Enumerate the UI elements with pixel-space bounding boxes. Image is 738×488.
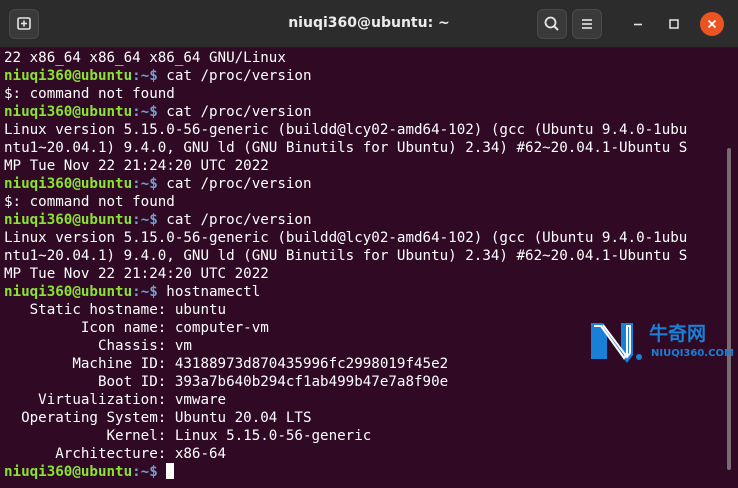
prompt-path: :~$ xyxy=(132,68,167,84)
terminal-output[interactable]: 22 x86_64 x86_64 x86_64 GNU/Linux niuqi36… xyxy=(0,48,726,488)
output-line: ntu1~20.04.1) 9.4.0, GNU ld (GNU Binutil… xyxy=(4,248,688,264)
menu-button[interactable] xyxy=(572,9,602,39)
watermark: 牛奇网 NIUQI360.COM xyxy=(587,319,735,365)
prompt-path: :~$ xyxy=(132,284,167,300)
command-text: cat /proc/version xyxy=(166,212,312,228)
output-line: Kernel: Linux 5.15.0-56-generic xyxy=(4,428,372,444)
prompt-line: niuqi360@ubuntu:~$ cat /proc/version xyxy=(4,67,726,85)
prompt-line: niuqi360@ubuntu:~$ xyxy=(4,463,726,481)
prompt-user-host: niuqi360@ubuntu xyxy=(4,212,133,228)
command-text: cat /proc/version xyxy=(166,176,312,192)
text-cursor xyxy=(166,463,175,479)
watermark-site-text: NIUQI360.COM xyxy=(651,348,734,359)
watermark-chinese-text: 牛奇网 xyxy=(649,323,707,345)
output-line: ntu1~20.04.1) 9.4.0, GNU ld (GNU Binutil… xyxy=(4,140,688,156)
minimize-button[interactable] xyxy=(626,12,650,36)
maximize-button[interactable] xyxy=(662,12,686,36)
output-line: Boot ID: 393a7b640b294cf1ab499b47e7a8f90… xyxy=(4,374,449,390)
output-line: Virtualization: vmware xyxy=(4,392,227,408)
hamburger-menu-icon xyxy=(582,19,592,29)
output-line: Static hostname: ubuntu xyxy=(4,302,227,318)
output-line: Linux version 5.15.0-56-generic (buildd@… xyxy=(4,122,688,138)
prompt-line: niuqi360@ubuntu:~$ hostnamectl xyxy=(4,283,726,301)
scrollbar[interactable] xyxy=(727,148,731,470)
output-line: Linux version 5.15.0-56-generic (buildd@… xyxy=(4,230,688,246)
search-button[interactable] xyxy=(537,9,567,39)
output-line: $: command not found xyxy=(4,194,175,210)
prompt-line: niuqi360@ubuntu:~$ cat /proc/version xyxy=(4,211,726,229)
prompt-path: :~$ xyxy=(132,176,167,192)
maximize-icon xyxy=(669,19,679,29)
output-line: MP Tue Nov 22 21:24:20 UTC 2022 xyxy=(4,158,269,174)
search-icon xyxy=(544,16,559,31)
output-line: 22 x86_64 x86_64 x86_64 GNU/Linux xyxy=(4,50,286,66)
prompt-path: :~$ xyxy=(132,104,167,120)
output-line: $: command not found xyxy=(4,86,175,102)
prompt-user-host: niuqi360@ubuntu xyxy=(4,464,133,480)
close-icon xyxy=(707,19,717,29)
prompt-user-host: niuqi360@ubuntu xyxy=(4,104,133,120)
prompt-user-host: niuqi360@ubuntu xyxy=(4,176,133,192)
command-text: hostnamectl xyxy=(166,284,261,300)
title-bar: niuqi360@ubuntu: ~ xyxy=(0,0,738,48)
output-line: Operating System: Ubuntu 20.04 LTS xyxy=(4,410,312,426)
prompt-line: niuqi360@ubuntu:~$ cat /proc/version xyxy=(4,175,726,193)
prompt-user-host: niuqi360@ubuntu xyxy=(4,284,133,300)
output-line: MP Tue Nov 22 21:24:20 UTC 2022 xyxy=(4,266,269,282)
prompt-path: :~$ xyxy=(132,212,167,228)
niuqi-logo-icon xyxy=(591,323,642,363)
prompt-user-host: niuqi360@ubuntu xyxy=(4,68,133,84)
command-text: cat /proc/version xyxy=(166,68,312,84)
output-line: Architecture: x86-64 xyxy=(4,446,227,462)
close-button[interactable] xyxy=(700,12,724,36)
command-text: cat /proc/version xyxy=(166,104,312,120)
prompt-line: niuqi360@ubuntu:~$ cat /proc/version xyxy=(4,103,726,121)
terminal-window: niuqi360@ubuntu: ~ 22 x86_64 x86_64 x86_… xyxy=(0,0,738,488)
prompt-path: :~$ xyxy=(132,464,167,480)
minimize-icon xyxy=(634,23,642,26)
